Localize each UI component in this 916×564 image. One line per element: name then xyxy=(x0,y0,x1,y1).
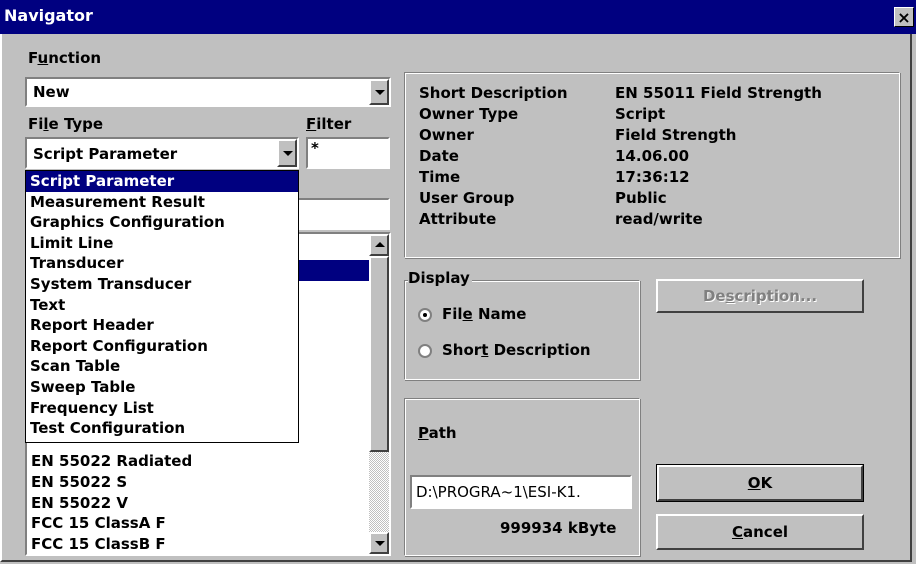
info-values: EN 55011 Field Strength Script Field Str… xyxy=(615,83,822,230)
description-button[interactable]: Description... xyxy=(656,279,864,313)
function-label: Function xyxy=(28,49,102,67)
info-label: Attribute xyxy=(419,210,497,228)
scrollbar-thumb[interactable] xyxy=(369,256,389,452)
title-bar: Navigator × xyxy=(0,0,916,34)
free-space-text: 999934 kByte xyxy=(500,519,617,537)
list-item[interactable]: EN 55022 Radiated xyxy=(27,451,369,472)
dropdown-option[interactable]: Scan Table xyxy=(26,356,298,377)
dropdown-option[interactable]: Script Parameter xyxy=(26,171,298,192)
file-name-input[interactable] xyxy=(286,198,390,230)
dropdown-option[interactable]: Frequency List xyxy=(26,398,298,419)
info-value: read/write xyxy=(615,210,703,228)
file-type-dropdown-button[interactable] xyxy=(277,139,297,167)
filter-input[interactable]: * xyxy=(306,137,390,169)
radio-file-name[interactable]: File Name xyxy=(418,305,618,327)
info-value: 14.06.00 xyxy=(615,147,690,165)
dropdown-option[interactable]: Transducer xyxy=(26,253,298,274)
info-label: User Group xyxy=(419,189,515,207)
display-group xyxy=(404,280,640,380)
info-label: Owner Type xyxy=(419,105,519,123)
list-item[interactable]: EN 55022 S xyxy=(27,472,369,493)
radio-file-name-label: File Name xyxy=(442,305,527,323)
dropdown-option[interactable]: Text xyxy=(26,295,298,316)
list-item[interactable]: EN 55022 V xyxy=(27,493,369,514)
close-button[interactable]: × xyxy=(894,7,914,27)
info-label: Time xyxy=(419,168,461,186)
file-info-panel: Short Description Owner Type Owner Date … xyxy=(404,72,900,258)
scroll-up-button[interactable] xyxy=(369,234,389,256)
scroll-down-button[interactable] xyxy=(369,532,389,554)
function-value: New xyxy=(33,83,70,101)
radio-button[interactable] xyxy=(418,308,432,322)
dropdown-option[interactable]: Sweep Table xyxy=(26,377,298,398)
info-labels: Short Description Owner Type Owner Date … xyxy=(419,83,568,230)
vertical-scrollbar[interactable] xyxy=(369,234,389,554)
info-value: Field Strength xyxy=(615,126,737,144)
list-item[interactable]: FCC 15 ClassB F xyxy=(27,534,369,555)
info-value: Script xyxy=(615,105,666,123)
info-value: Public xyxy=(615,189,667,207)
info-label: Short Description xyxy=(419,84,568,102)
info-label: Date xyxy=(419,147,459,165)
dropdown-option[interactable]: Test Configuration xyxy=(26,418,298,439)
dropdown-option[interactable]: Report Header xyxy=(26,315,298,336)
cancel-button[interactable]: Cancel xyxy=(656,514,864,550)
radio-button[interactable] xyxy=(418,344,432,358)
dropdown-option[interactable]: Measurement Result xyxy=(26,192,298,213)
radio-dot xyxy=(423,313,427,317)
info-value: EN 55011 Field Strength xyxy=(615,84,822,102)
info-label: Owner xyxy=(419,126,474,144)
dropdown-option[interactable]: Report Configuration xyxy=(26,336,298,357)
path-input[interactable]: D:\PROGRA~1\ESI-K1. xyxy=(410,475,632,509)
cancel-button-label: Cancel xyxy=(731,523,789,541)
display-label: Display xyxy=(408,269,472,287)
chevron-down-icon xyxy=(283,151,293,156)
ok-button[interactable]: OK xyxy=(656,464,864,502)
file-type-label: File Type xyxy=(28,115,104,133)
path-value: D:\PROGRA~1\ESI-K1. xyxy=(416,483,581,501)
chevron-down-icon xyxy=(375,90,385,95)
file-type-combobox[interactable]: Script Parameter xyxy=(25,137,299,169)
function-combobox[interactable]: New xyxy=(25,77,391,107)
description-button-label: Description... xyxy=(702,287,818,305)
file-type-value: Script Parameter xyxy=(33,145,178,163)
dropdown-option[interactable]: Graphics Configuration xyxy=(26,212,298,233)
window-title: Navigator xyxy=(4,6,93,25)
list-item[interactable]: FCC 15 ClassA F xyxy=(27,513,369,534)
dropdown-option[interactable]: System Transducer xyxy=(26,274,298,295)
radio-short-description[interactable]: Short Description xyxy=(418,341,628,363)
file-type-dropdown-list: Script Parameter Measurement Result Grap… xyxy=(25,170,299,443)
arrow-down-icon xyxy=(375,541,385,546)
file-list-selection xyxy=(299,260,369,281)
path-label: Path xyxy=(418,424,457,442)
function-dropdown-button[interactable] xyxy=(369,79,389,105)
radio-short-description-label: Short Description xyxy=(442,341,591,359)
file-list-items: EN 55022 Radiated EN 55022 S EN 55022 V … xyxy=(27,451,369,555)
arrow-up-icon xyxy=(375,242,385,247)
dropdown-option[interactable]: Limit Line xyxy=(26,233,298,254)
filter-value: * xyxy=(311,139,319,157)
info-value: 17:36:12 xyxy=(615,168,690,186)
filter-label: Filter xyxy=(306,115,352,133)
ok-button-label: OK xyxy=(747,474,773,492)
ok-button-face: OK xyxy=(657,465,863,501)
